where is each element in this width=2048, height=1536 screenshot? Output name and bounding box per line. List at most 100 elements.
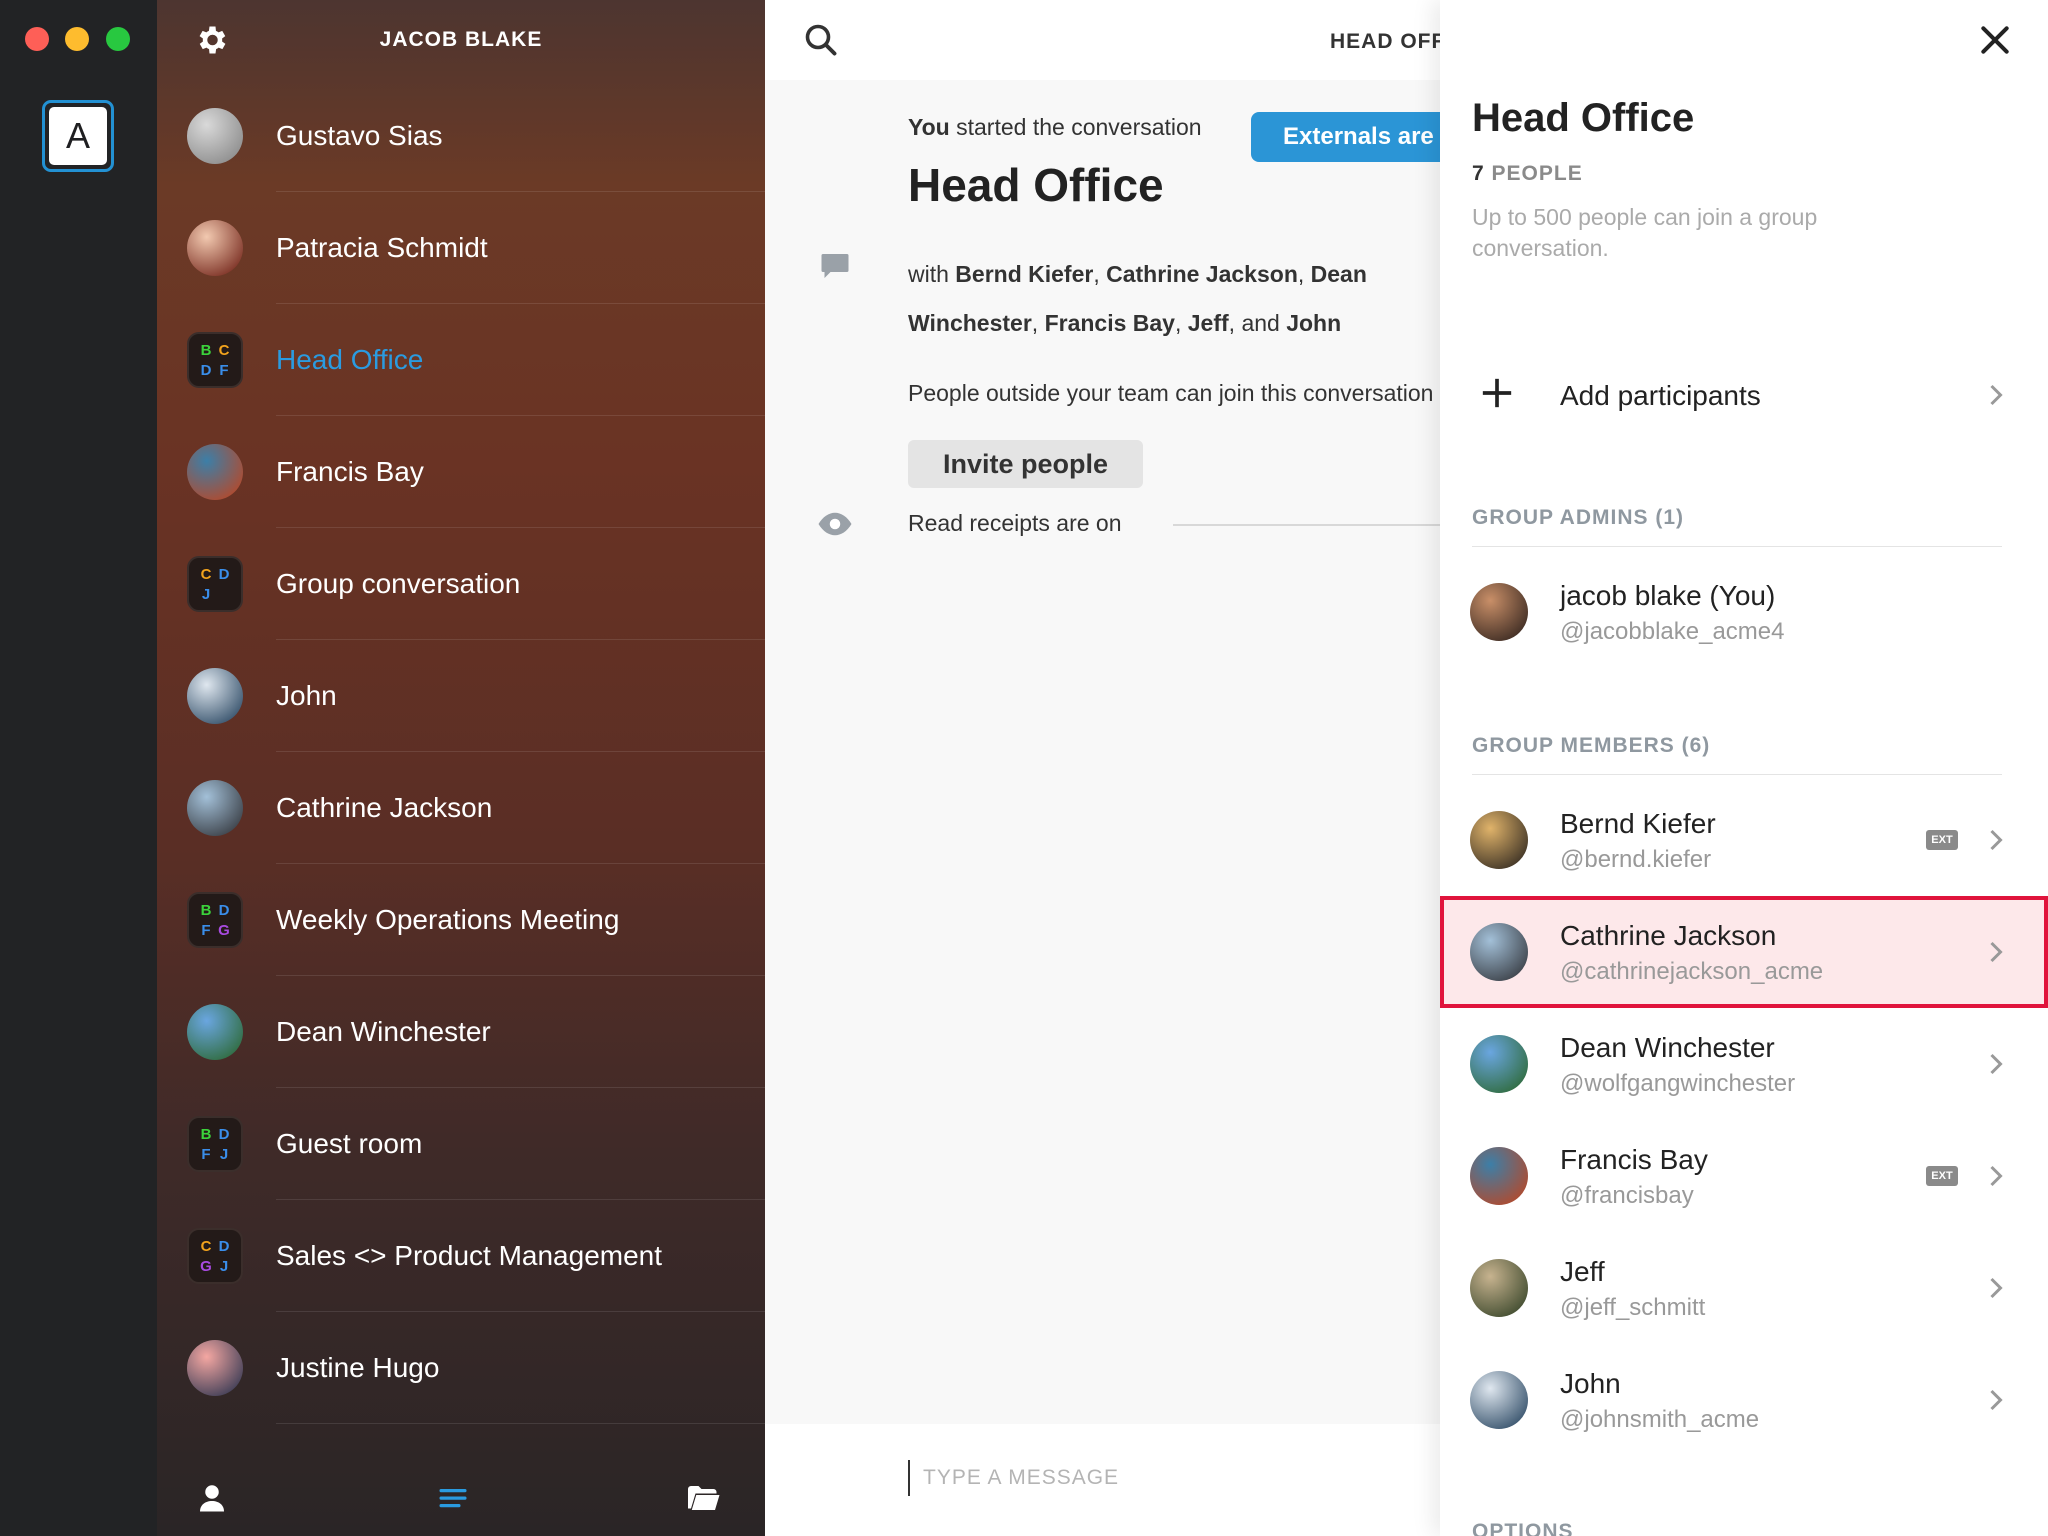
window-minimize-button[interactable] — [65, 27, 89, 51]
group-members-label: GROUP MEMBERS (6) — [1472, 734, 1711, 757]
conversation-list-header: JACOB BLAKE — [157, 0, 765, 80]
chevron-right-icon — [1990, 1389, 2003, 1411]
group-avatar: CDJ — [187, 556, 243, 612]
conversation-item-dean-winchester[interactable]: Dean Winchester — [157, 976, 765, 1088]
folder-icon[interactable] — [685, 1480, 721, 1516]
group-avatar-letter: G — [200, 1257, 212, 1275]
options-label: OPTIONS — [1472, 1520, 1574, 1536]
divider — [276, 1423, 765, 1424]
conversation-item-sales-product-management[interactable]: C D G J Sales <> Product Management — [157, 1200, 765, 1312]
member-row-cathrine-jackson[interactable]: Cathrine Jackson @cathrinejackson_acme — [1440, 896, 2048, 1008]
conversation-name: Francis Bay — [276, 456, 424, 487]
member-name: Bernd Kiefer — [1560, 808, 1716, 839]
conversation-title: Head Office — [908, 159, 1164, 211]
conversation-item-group-conversation[interactable]: C D J Group conversation — [157, 528, 765, 640]
chevron-right-icon — [1990, 941, 2003, 963]
group-avatar-letter: J — [219, 1257, 229, 1275]
member-name: jacob blake (You) — [1560, 580, 1776, 611]
account-switcher-tile[interactable]: A — [42, 100, 114, 172]
avatar — [187, 1340, 243, 1396]
search-icon[interactable] — [803, 22, 839, 58]
member-handle: @wolfgangwinchester — [1560, 1070, 1796, 1097]
group-avatar: BCDF — [187, 332, 243, 388]
external-badge: EXT — [1926, 1166, 1958, 1186]
participant-name: Bernd Kiefer — [955, 261, 1094, 287]
member-handle: @jacobblake_acme4 — [1560, 618, 1785, 645]
avatar — [1470, 583, 1528, 641]
invite-people-button[interactable]: Invite people — [908, 440, 1143, 488]
chevron-right-icon — [1990, 829, 2003, 851]
avatar — [1470, 923, 1528, 981]
group-avatar-letter: D — [218, 1237, 230, 1255]
contacts-icon[interactable] — [194, 1480, 230, 1516]
conversation-view: HEAD OFFICE You started the conversation… — [765, 0, 1440, 1536]
member-handle: @jeff_schmitt — [1560, 1294, 1706, 1321]
conversation-item-gustavo-sias[interactable]: Gustavo Sias — [157, 80, 765, 192]
group-avatar-letter: J — [201, 585, 211, 603]
group-avatar-letter: D — [218, 1125, 230, 1143]
divider — [1472, 774, 2002, 775]
participants-summary: with Bernd Kiefer, Cathrine Jackson, Dea… — [908, 261, 1367, 336]
group-avatar: BDFJ — [187, 1116, 243, 1172]
conversation-item-weekly-operations-meeting[interactable]: B D F G Weekly Operations Meeting — [157, 864, 765, 976]
avatar — [1470, 1147, 1528, 1205]
admin-row-jacob-blake[interactable]: jacob blake (You) @jacobblake_acme4 — [1440, 556, 2048, 668]
avatar — [187, 668, 243, 724]
chevron-right-icon — [1990, 1053, 2003, 1075]
conversation-item-patracia-schmidt[interactable]: Patracia Schmidt — [157, 192, 765, 304]
member-row-jeff[interactable]: Jeff @jeff_schmitt — [1440, 1232, 2048, 1344]
conversation-name: Head Office — [276, 344, 424, 375]
avatar — [187, 108, 243, 164]
member-row-bernd-kiefer[interactable]: Bernd Kiefer @bernd.kiefer EXT — [1440, 784, 2048, 896]
conversation-header: HEAD OFFICE — [765, 0, 1440, 80]
close-icon[interactable] — [1975, 20, 2015, 60]
member-name: Francis Bay — [1560, 1144, 1708, 1175]
conversation-item-cathrine-jackson[interactable]: Cathrine Jackson — [157, 752, 765, 864]
externals-badge: Externals are here — [1251, 112, 1440, 162]
avatar — [187, 220, 243, 276]
add-participants-button[interactable]: Add participants — [1440, 350, 2048, 440]
conversation-header-title: HEAD OFFICE — [1330, 30, 1440, 53]
member-name: Cathrine Jackson — [1560, 920, 1777, 951]
conversation-item-head-office[interactable]: B C D F Head Office — [157, 304, 765, 416]
group-avatar-letter: C — [200, 1237, 212, 1255]
group-avatar-letter: G — [218, 921, 230, 939]
member-name: Dean Winchester — [1560, 1032, 1775, 1063]
group-avatar-letter: C — [200, 565, 212, 583]
divider — [1173, 524, 1440, 526]
participant-name: Cathrine Jackson — [1106, 261, 1298, 287]
chevron-right-icon — [1990, 384, 2003, 406]
conversation-name: Weekly Operations Meeting — [276, 904, 620, 935]
member-row-john[interactable]: John @johnsmith_acme — [1440, 1344, 2048, 1456]
chat-bubble-icon — [821, 254, 849, 278]
text-cursor — [908, 1460, 910, 1496]
window-close-button[interactable] — [25, 27, 49, 51]
member-row-dean-winchester[interactable]: Dean Winchester @wolfgangwinchester — [1440, 1008, 2048, 1120]
conversation-name: Gustavo Sias — [276, 120, 443, 151]
current-user-name: JACOB BLAKE — [379, 28, 543, 51]
external-access-info: People outside your team can join this c… — [908, 380, 1434, 406]
conversation-name: Patracia Schmidt — [276, 232, 488, 263]
conversation-item-john[interactable]: John — [157, 640, 765, 752]
conversation-name: Sales <> Product Management — [276, 1240, 663, 1271]
conversation-list-footer — [157, 1456, 765, 1536]
group-avatar-letter — [215, 584, 233, 604]
add-participants-label: Add participants — [1560, 380, 1761, 411]
conversation-item-francis-bay[interactable]: Francis Bay — [157, 416, 765, 528]
avatar — [187, 444, 243, 500]
message-composer — [765, 1424, 1440, 1536]
avatar — [1470, 1371, 1528, 1429]
eye-icon — [818, 512, 852, 536]
avatar — [1470, 1035, 1528, 1093]
details-title: Head Office — [1472, 96, 1695, 140]
conversation-item-justine-hugo[interactable]: Justine Hugo — [157, 1312, 765, 1424]
group-admins-label: GROUP ADMINS (1) — [1472, 506, 1685, 529]
member-row-francis-bay[interactable]: Francis Bay @francisbay EXT — [1440, 1120, 2048, 1232]
window-zoom-button[interactable] — [106, 27, 130, 51]
member-handle: @francisbay — [1560, 1182, 1694, 1209]
conversations-icon[interactable] — [435, 1480, 471, 1516]
group-avatar-letter: B — [200, 341, 212, 359]
conversation-item-guest-room[interactable]: B D F J Guest room — [157, 1088, 765, 1200]
with-and: and — [1241, 310, 1280, 336]
message-input[interactable] — [923, 1458, 1403, 1498]
